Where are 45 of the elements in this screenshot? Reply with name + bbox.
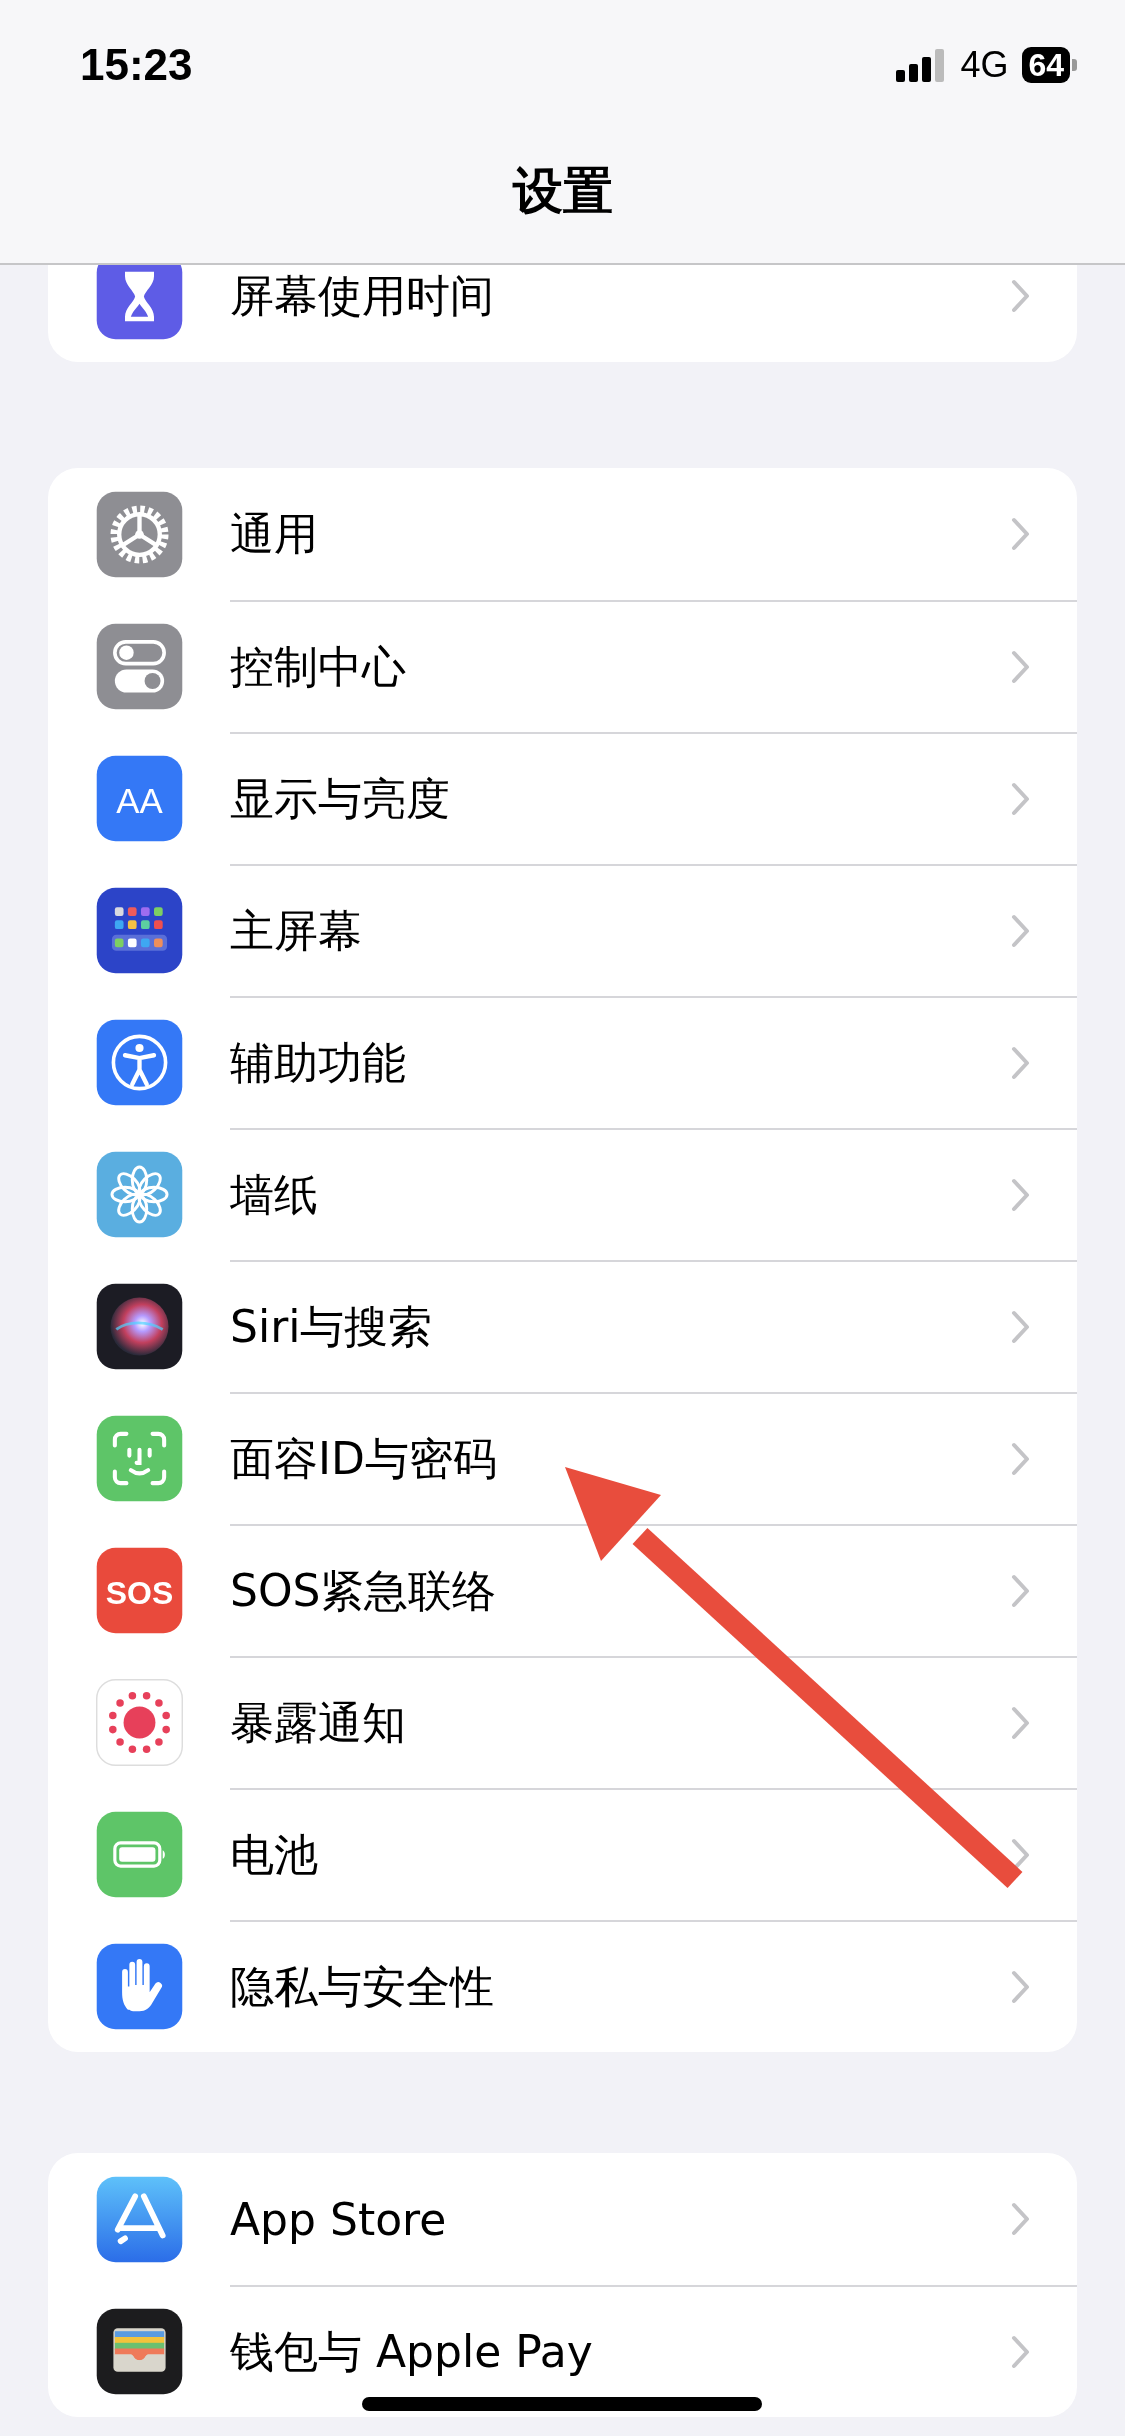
home-indicator[interactable] bbox=[362, 2397, 762, 2411]
clock-time: 15:23 bbox=[80, 40, 193, 90]
chevron-icon bbox=[1011, 2335, 1031, 2369]
settings-row[interactable]: 暴露通知 bbox=[48, 1656, 1077, 1788]
chevron-icon bbox=[1011, 1442, 1031, 1476]
chevron-icon bbox=[1011, 650, 1031, 684]
chevron-icon bbox=[1011, 1046, 1031, 1080]
chevron-icon bbox=[1011, 2202, 1031, 2236]
flower-icon bbox=[96, 1150, 183, 1238]
text-size-icon: AA bbox=[96, 754, 183, 842]
orb-icon bbox=[96, 1282, 183, 1370]
chevron-icon bbox=[1011, 1970, 1031, 2004]
chevron-icon bbox=[1011, 517, 1031, 551]
signal-icon bbox=[896, 48, 947, 82]
exposure-dots-icon bbox=[96, 1678, 183, 1766]
toggle-switches-icon bbox=[96, 622, 183, 710]
app-store-icon bbox=[96, 2175, 183, 2263]
chevron-icon bbox=[1011, 1310, 1031, 1344]
hand-icon bbox=[96, 1942, 183, 2030]
gear-icon bbox=[96, 490, 183, 578]
settings-row[interactable]: 主屏幕 bbox=[48, 864, 1077, 996]
chevron-icon bbox=[1011, 1574, 1031, 1608]
settings-row[interactable]: 通用 bbox=[48, 468, 1077, 600]
chevron-icon bbox=[1011, 279, 1031, 313]
chevron-icon bbox=[1011, 782, 1031, 816]
battery-icon bbox=[96, 1810, 183, 1898]
chevron-icon bbox=[1011, 1706, 1031, 1740]
home-screen-icon bbox=[96, 886, 183, 974]
chevron-icon bbox=[1011, 1178, 1031, 1212]
sos-icon: SOS bbox=[96, 1546, 183, 1634]
settings-row[interactable]: 隐私与安全性 bbox=[48, 1920, 1077, 2052]
settings-row[interactable]: 辅助功能 bbox=[48, 996, 1077, 1128]
settings-row[interactable]: 墙纸 bbox=[48, 1128, 1077, 1260]
accessibility-icon bbox=[96, 1018, 183, 1106]
settings-row[interactable]: 控制中心 bbox=[48, 600, 1077, 732]
wallet-icon bbox=[96, 2307, 183, 2395]
chevron-icon bbox=[1011, 914, 1031, 948]
settings-row[interactable]: AA 显示与亮度 bbox=[48, 732, 1077, 864]
settings-row[interactable]: App Store bbox=[48, 2153, 1077, 2285]
face-scan-icon bbox=[96, 1414, 183, 1502]
page-title: 设置 bbox=[512, 161, 613, 222]
settings-row[interactable]: 屏幕使用时间 bbox=[48, 265, 1077, 362]
settings-row[interactable]: 电池 bbox=[48, 1788, 1077, 1920]
network-type: 4G bbox=[960, 44, 1009, 86]
settings-row[interactable]: Siri与搜索 bbox=[48, 1260, 1077, 1392]
